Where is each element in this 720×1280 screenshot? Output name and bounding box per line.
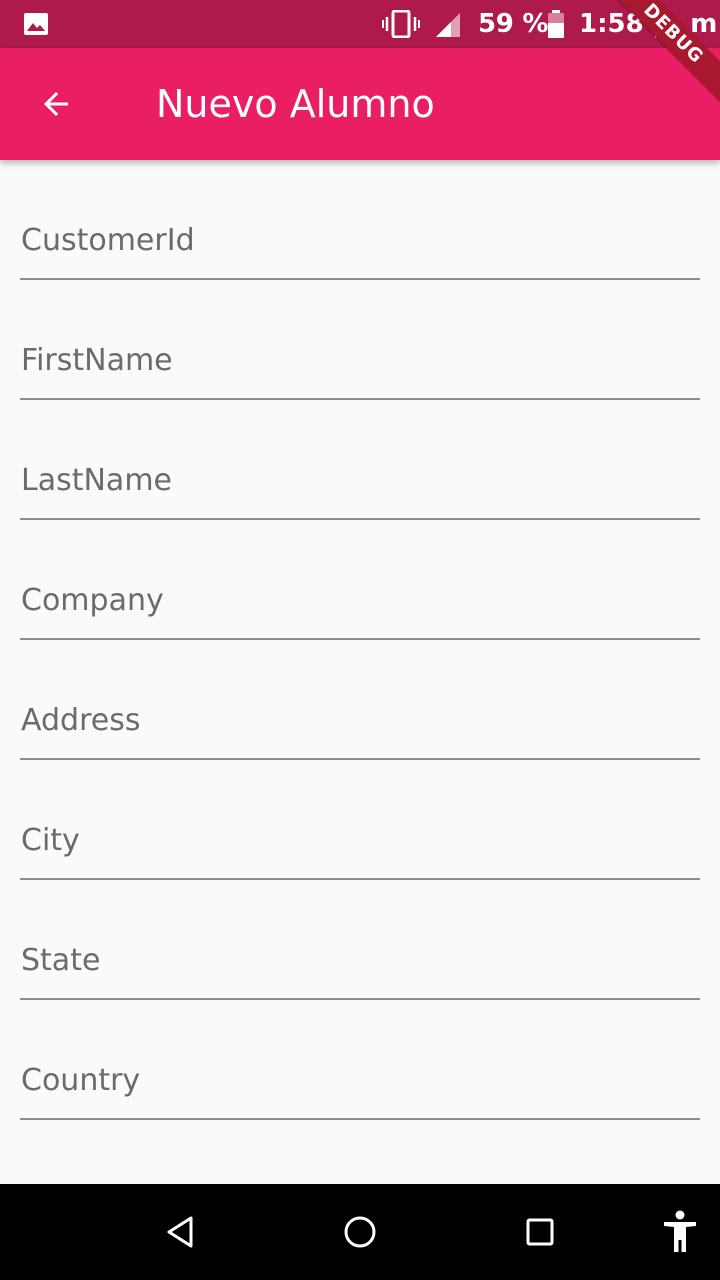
page-title: Nuevo Alumno xyxy=(156,82,435,126)
country-input[interactable] xyxy=(20,1056,700,1106)
nav-accessibility-button[interactable] xyxy=(656,1208,704,1256)
city-field[interactable]: City xyxy=(20,760,700,880)
back-button[interactable] xyxy=(24,72,88,136)
home-circle-icon xyxy=(344,1216,376,1248)
battery-percent: 59 % xyxy=(478,9,549,39)
last-name-input[interactable] xyxy=(20,456,700,506)
first-name-field[interactable]: FirstName xyxy=(20,280,700,400)
customer-id-input[interactable] xyxy=(20,216,700,266)
signal-icon xyxy=(436,13,460,37)
company-input[interactable] xyxy=(20,576,700,626)
battery-icon xyxy=(548,10,564,38)
recents-square-icon xyxy=(526,1218,554,1246)
state-field[interactable]: State xyxy=(20,880,700,1000)
first-name-input[interactable] xyxy=(20,336,700,386)
screen: 59 % 1:58 p. m. Nuevo Alumno DEBUG Custo… xyxy=(0,0,720,1280)
address-input[interactable] xyxy=(20,696,700,746)
back-triangle-icon xyxy=(167,1216,193,1248)
company-field[interactable]: Company xyxy=(20,520,700,640)
arrow-back-icon xyxy=(44,92,68,116)
customer-id-field[interactable]: CustomerId xyxy=(20,160,700,280)
nav-home-button[interactable] xyxy=(336,1208,384,1256)
nav-back-button[interactable] xyxy=(156,1208,204,1256)
customer-form: CustomerId FirstName LastName Company Ad… xyxy=(20,160,700,1120)
navigation-bar xyxy=(0,1184,720,1280)
address-field[interactable]: Address xyxy=(20,640,700,760)
image-icon xyxy=(24,13,48,35)
country-field[interactable]: Country xyxy=(20,1000,700,1120)
app-bar: Nuevo Alumno xyxy=(0,48,720,160)
last-name-field[interactable]: LastName xyxy=(20,400,700,520)
vibrate-icon xyxy=(382,10,420,38)
state-input[interactable] xyxy=(20,936,700,986)
status-bar: 59 % 1:58 p. m. xyxy=(0,0,720,48)
nav-recents-button[interactable] xyxy=(516,1208,564,1256)
city-input[interactable] xyxy=(20,816,700,866)
accessibility-icon xyxy=(664,1210,696,1252)
